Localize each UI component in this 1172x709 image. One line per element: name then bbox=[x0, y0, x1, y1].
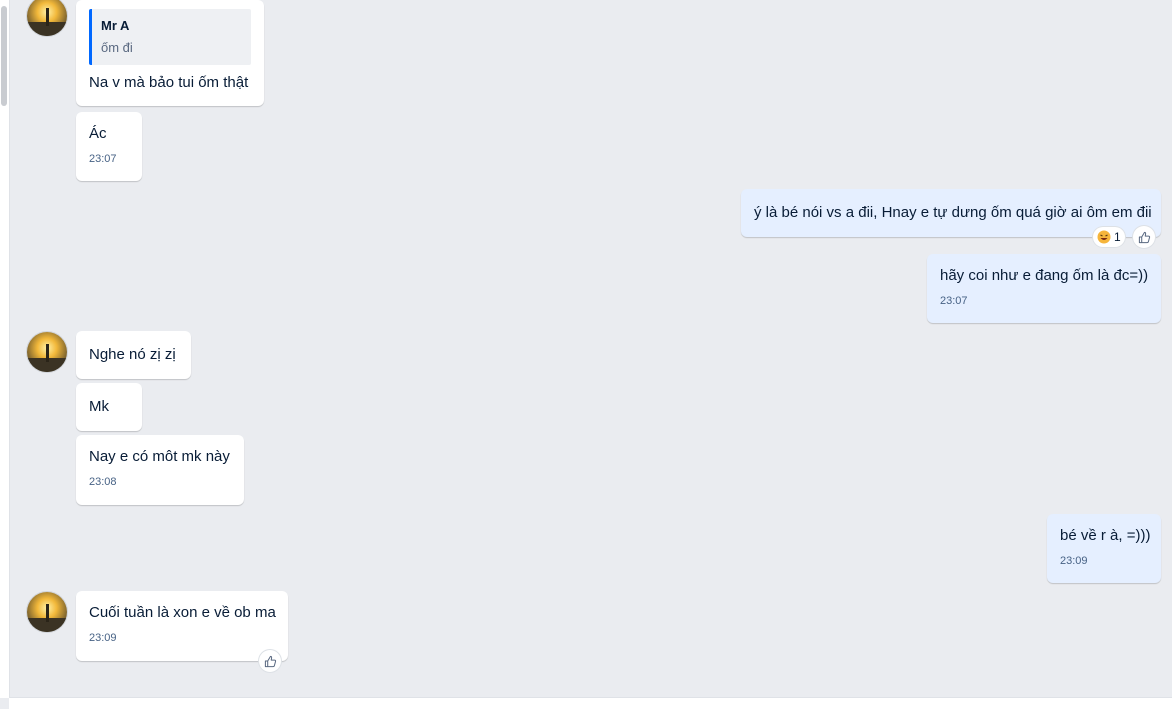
message-text: bé về r à, =))) bbox=[1060, 527, 1151, 544]
message-text: hãy coi như e đang ốm là đc=)) bbox=[940, 267, 1149, 284]
quoted-author: Mr A bbox=[101, 18, 130, 33]
composer-edge bbox=[9, 697, 1172, 709]
like-button[interactable] bbox=[1133, 226, 1155, 248]
message-text: Nay e có môt mk này bbox=[89, 448, 230, 465]
message-bubble[interactable]: Ác 23:07 bbox=[76, 112, 142, 181]
scrollbar-thumb[interactable] bbox=[1, 6, 7, 106]
contact-avatar[interactable] bbox=[26, 0, 68, 37]
message-text: Na v mà bảo tui ốm thật bbox=[89, 74, 249, 91]
reaction-count: 1 bbox=[1114, 230, 1121, 244]
my-message-bubble[interactable]: bé về r à, =))) 23:09 bbox=[1047, 514, 1161, 583]
message-time: 23:09 bbox=[89, 632, 117, 644]
message-time: 23:09 bbox=[1060, 555, 1088, 567]
message-text: Mk bbox=[89, 398, 109, 415]
message-bubble[interactable]: Mk bbox=[76, 383, 142, 431]
left-scroll-rail bbox=[0, 0, 10, 698]
thumbs-up-icon bbox=[1138, 231, 1150, 243]
laughing-face-icon bbox=[1097, 230, 1111, 244]
message-text: ý là bé nói vs a đii, Hnay e tự dưng ốm … bbox=[754, 204, 1152, 221]
message-time: 23:07 bbox=[89, 153, 117, 165]
thumbs-up-icon bbox=[264, 655, 276, 667]
message-bubble[interactable]: Mr A ốm đi Na v mà bảo tui ốm thật bbox=[76, 0, 264, 106]
message-text: Ác bbox=[89, 125, 107, 142]
my-message-bubble[interactable]: hãy coi như e đang ốm là đc=)) 23:07 bbox=[927, 254, 1161, 323]
message-text: Nghe nó zị zị bbox=[89, 346, 176, 363]
message-text: Cuối tuần là xon e về ob ma bbox=[89, 604, 276, 621]
reaction-summary[interactable]: 1 bbox=[1093, 227, 1125, 247]
like-button[interactable] bbox=[259, 650, 281, 672]
contact-avatar[interactable] bbox=[26, 331, 68, 373]
quoted-reply[interactable]: Mr A ốm đi bbox=[89, 9, 251, 65]
quoted-text: ốm đi bbox=[101, 40, 133, 55]
message-time: 23:08 bbox=[89, 476, 117, 488]
contact-avatar[interactable] bbox=[26, 591, 68, 633]
message-bubble[interactable]: Nghe nó zị zị bbox=[76, 331, 191, 379]
message-bubble[interactable]: Cuối tuần là xon e về ob ma 23:09 bbox=[76, 591, 288, 661]
message-time: 23:07 bbox=[940, 295, 968, 307]
message-bubble[interactable]: Nay e có môt mk này 23:08 bbox=[76, 435, 244, 505]
